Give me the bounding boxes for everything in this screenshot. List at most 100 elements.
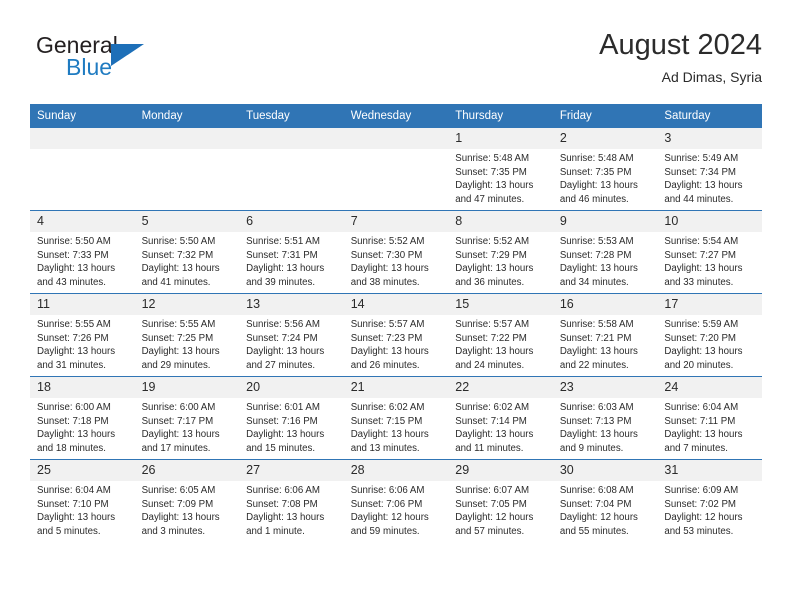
calendar-day-cell[interactable]: 21 Sunrise: 6:02 AM Sunset: 7:15 PM Dayl… [343, 376, 449, 460]
daylight-text-line2: and 44 minutes. [664, 193, 734, 205]
day-number: 13 [239, 294, 344, 315]
day-number: 27 [239, 460, 344, 481]
day-number: 5 [134, 211, 240, 232]
sunrise-text: Sunrise: 6:06 AM [350, 485, 425, 496]
calendar-day-cell[interactable]: 7 Sunrise: 5:52 AM Sunset: 7:30 PM Dayli… [343, 210, 449, 294]
calendar-day-cell[interactable]: 11 Sunrise: 5:55 AM Sunset: 7:26 PM Dayl… [30, 293, 135, 377]
day-number: 6 [239, 211, 344, 232]
daylight-text-line2: and 38 minutes. [350, 276, 420, 288]
sunrise-text: Sunrise: 5:55 AM [141, 319, 216, 330]
calendar-day-cell[interactable]: 23 Sunrise: 6:03 AM Sunset: 7:13 PM Dayl… [552, 376, 658, 460]
day-details: Sunrise: 5:50 AM Sunset: 7:33 PM Dayligh… [30, 232, 135, 289]
day-number: 12 [134, 294, 240, 315]
calendar-day-cell[interactable]: 25 Sunrise: 6:04 AM Sunset: 7:10 PM Dayl… [30, 459, 135, 542]
calendar-day-cell[interactable]: 8 Sunrise: 5:52 AM Sunset: 7:29 PM Dayli… [448, 210, 553, 294]
sunrise-text: Sunrise: 6:07 AM [455, 485, 530, 496]
day-number: 31 [657, 460, 762, 481]
daylight-text-line2: and 27 minutes. [246, 359, 316, 371]
daylight-text-line2: and 31 minutes. [37, 359, 106, 371]
calendar-day-cell[interactable]: 6 Sunrise: 5:51 AM Sunset: 7:31 PM Dayli… [239, 210, 344, 294]
day-details: Sunrise: 5:57 AM Sunset: 7:22 PM Dayligh… [448, 315, 553, 372]
calendar-day-cell[interactable]: 14 Sunrise: 5:57 AM Sunset: 7:23 PM Dayl… [343, 293, 449, 377]
calendar-day-cell[interactable]: 18 Sunrise: 6:00 AM Sunset: 7:18 PM Dayl… [30, 376, 135, 460]
calendar-day-cell[interactable]: 19 Sunrise: 6:00 AM Sunset: 7:17 PM Dayl… [134, 376, 240, 460]
daylight-text-line2: and 24 minutes. [455, 359, 525, 371]
sunrise-text: Sunrise: 5:52 AM [455, 236, 530, 247]
sunrise-text: Sunrise: 6:08 AM [559, 485, 634, 496]
calendar-day-cell[interactable]: 28 Sunrise: 6:06 AM Sunset: 7:06 PM Dayl… [343, 459, 449, 542]
sunset-text: Sunset: 7:04 PM [559, 498, 632, 510]
day-details: Sunrise: 6:05 AM Sunset: 7:09 PM Dayligh… [135, 481, 240, 538]
day-details: Sunrise: 6:03 AM Sunset: 7:13 PM Dayligh… [553, 398, 658, 455]
sunrise-text: Sunrise: 6:01 AM [246, 402, 320, 413]
general-blue-logo[interactable]: General Blue [36, 32, 216, 90]
day-number [343, 128, 449, 149]
daylight-text-line1: Daylight: 13 hours [141, 346, 220, 358]
weekday-header-saturday: Saturday [657, 104, 762, 128]
daylight-text-line2: and 20 minutes. [664, 359, 734, 371]
daylight-text-line1: Daylight: 13 hours [664, 429, 743, 441]
calendar-day-cell[interactable]: 24 Sunrise: 6:04 AM Sunset: 7:11 PM Dayl… [657, 376, 762, 460]
calendar-day-cell[interactable]: 15 Sunrise: 5:57 AM Sunset: 7:22 PM Dayl… [448, 293, 553, 377]
calendar-day-cell[interactable]: 29 Sunrise: 6:07 AM Sunset: 7:05 PM Dayl… [448, 459, 553, 542]
day-number: 7 [343, 211, 449, 232]
day-number: 23 [552, 377, 658, 398]
calendar-week-row: 1 Sunrise: 5:48 AM Sunset: 7:35 PM Dayli… [30, 128, 762, 211]
calendar-day-cell[interactable]: 3 Sunrise: 5:49 AM Sunset: 7:34 PM Dayli… [657, 128, 762, 211]
sunrise-text: Sunrise: 6:00 AM [37, 402, 111, 413]
calendar-day-cell[interactable]: 17 Sunrise: 5:59 AM Sunset: 7:20 PM Dayl… [657, 293, 762, 377]
sunrise-text: Sunrise: 5:58 AM [559, 319, 634, 330]
calendar-day-cell [30, 128, 135, 211]
day-details: Sunrise: 5:55 AM Sunset: 7:25 PM Dayligh… [135, 315, 240, 372]
logo-text-blue: Blue [66, 54, 113, 80]
calendar-day-cell[interactable]: 26 Sunrise: 6:05 AM Sunset: 7:09 PM Dayl… [134, 459, 240, 542]
daylight-text-line2: and 39 minutes. [246, 276, 316, 288]
daylight-text-line2: and 26 minutes. [350, 359, 420, 371]
page-title: August 2024 [599, 29, 762, 61]
calendar-day-cell[interactable]: 10 Sunrise: 5:54 AM Sunset: 7:27 PM Dayl… [657, 210, 762, 294]
calendar-day-cell[interactable]: 1 Sunrise: 5:48 AM Sunset: 7:35 PM Dayli… [448, 128, 553, 211]
daylight-text-line1: Daylight: 13 hours [141, 512, 220, 524]
daylight-text-line1: Daylight: 13 hours [455, 429, 534, 441]
calendar-day-cell[interactable]: 20 Sunrise: 6:01 AM Sunset: 7:16 PM Dayl… [239, 376, 344, 460]
calendar-day-cell[interactable]: 13 Sunrise: 5:56 AM Sunset: 7:24 PM Dayl… [239, 293, 344, 377]
calendar-day-cell[interactable]: 27 Sunrise: 6:06 AM Sunset: 7:08 PM Dayl… [239, 459, 344, 542]
title-block: August 2024 Ad Dimas, Syria [599, 28, 762, 87]
sunrise-text: Sunrise: 5:49 AM [664, 153, 739, 164]
day-number: 28 [343, 460, 449, 481]
calendar-day-cell[interactable]: 30 Sunrise: 6:08 AM Sunset: 7:04 PM Dayl… [552, 459, 658, 542]
calendar-day-cell[interactable]: 9 Sunrise: 5:53 AM Sunset: 7:28 PM Dayli… [552, 210, 658, 294]
sunset-text: Sunset: 7:09 PM [141, 498, 214, 510]
calendar-day-cell[interactable]: 5 Sunrise: 5:50 AM Sunset: 7:32 PM Dayli… [134, 210, 240, 294]
sunset-text: Sunset: 7:27 PM [664, 249, 736, 261]
daylight-text-line2: and 41 minutes. [141, 276, 211, 288]
daylight-text-line1: Daylight: 13 hours [350, 429, 429, 441]
day-number: 18 [30, 377, 135, 398]
sunset-text: Sunset: 7:06 PM [350, 498, 423, 510]
sunset-text: Sunset: 7:31 PM [246, 249, 318, 261]
sunrise-text: Sunrise: 5:50 AM [37, 236, 111, 247]
calendar-day-cell[interactable]: 16 Sunrise: 5:58 AM Sunset: 7:21 PM Dayl… [552, 293, 658, 377]
sunset-text: Sunset: 7:08 PM [246, 498, 318, 510]
weekday-header-friday: Friday [552, 104, 658, 128]
calendar-day-cell[interactable]: 2 Sunrise: 5:48 AM Sunset: 7:35 PM Dayli… [552, 128, 658, 211]
calendar-week-row: 11 Sunrise: 5:55 AM Sunset: 7:26 PM Dayl… [30, 293, 762, 377]
daylight-text-line1: Daylight: 13 hours [37, 512, 116, 524]
day-details: Sunrise: 5:56 AM Sunset: 7:24 PM Dayligh… [239, 315, 344, 372]
calendar-day-cell[interactable]: 12 Sunrise: 5:55 AM Sunset: 7:25 PM Dayl… [134, 293, 240, 377]
calendar-day-cell[interactable]: 4 Sunrise: 5:50 AM Sunset: 7:33 PM Dayli… [30, 210, 135, 294]
calendar-day-cell[interactable]: 31 Sunrise: 6:09 AM Sunset: 7:02 PM Dayl… [657, 459, 762, 542]
sunrise-text: Sunrise: 6:04 AM [37, 485, 111, 496]
sunset-text: Sunset: 7:22 PM [455, 332, 527, 344]
daylight-text-line1: Daylight: 13 hours [664, 346, 743, 358]
day-number [239, 128, 344, 149]
calendar-day-cell[interactable]: 22 Sunrise: 6:02 AM Sunset: 7:14 PM Dayl… [448, 376, 553, 460]
day-number: 14 [343, 294, 449, 315]
daylight-text-line1: Daylight: 13 hours [350, 263, 429, 275]
day-details: Sunrise: 6:00 AM Sunset: 7:18 PM Dayligh… [30, 398, 135, 455]
sunset-text: Sunset: 7:11 PM [664, 415, 736, 427]
day-number: 26 [134, 460, 240, 481]
daylight-text-line2: and 18 minutes. [37, 442, 106, 454]
day-details: Sunrise: 5:54 AM Sunset: 7:27 PM Dayligh… [657, 232, 762, 289]
daylight-text-line1: Daylight: 13 hours [141, 263, 220, 275]
